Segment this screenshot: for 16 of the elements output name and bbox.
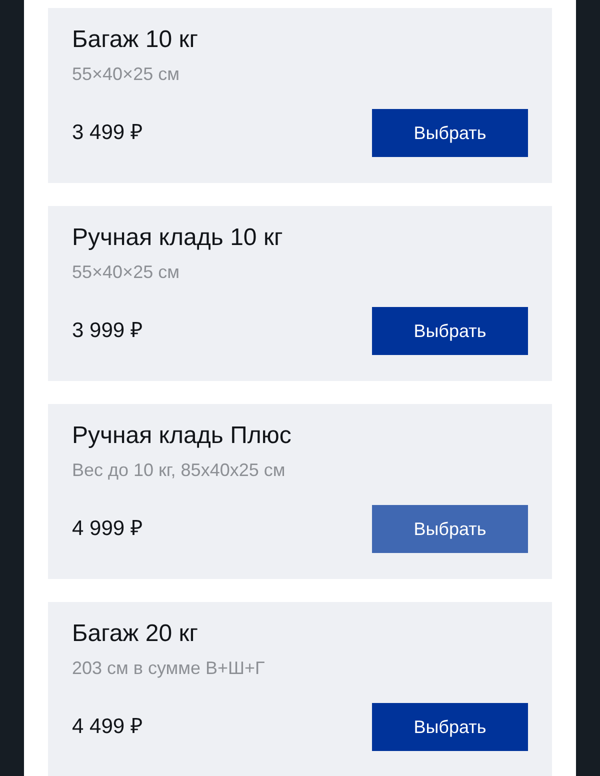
select-button[interactable]: Выбрать bbox=[372, 703, 528, 751]
option-price: 4 499 ₽ bbox=[72, 714, 142, 740]
option-price: 4 999 ₽ bbox=[72, 516, 142, 542]
select-button[interactable]: Выбрать bbox=[372, 109, 528, 157]
select-button[interactable]: Выбрать bbox=[372, 505, 528, 553]
select-button[interactable]: Выбрать bbox=[372, 307, 528, 355]
option-details: 55×40×25 см bbox=[72, 63, 180, 86]
option-price: 3 999 ₽ bbox=[72, 318, 142, 344]
option-details: 203 см в сумме В+Ш+Г bbox=[72, 657, 266, 680]
option-title: Багаж 20 кг bbox=[72, 619, 200, 649]
option-title: Ручная кладь Плюс bbox=[72, 421, 292, 451]
option-title: Ручная кладь 10 кг bbox=[72, 223, 284, 253]
option-title: Багаж 10 кг bbox=[72, 25, 200, 55]
option-price: 3 499 ₽ bbox=[72, 120, 142, 146]
option-details: 55×40×25 см bbox=[72, 261, 180, 284]
option-details: Вес до 10 кг, 85x40x25 см bbox=[72, 459, 286, 482]
